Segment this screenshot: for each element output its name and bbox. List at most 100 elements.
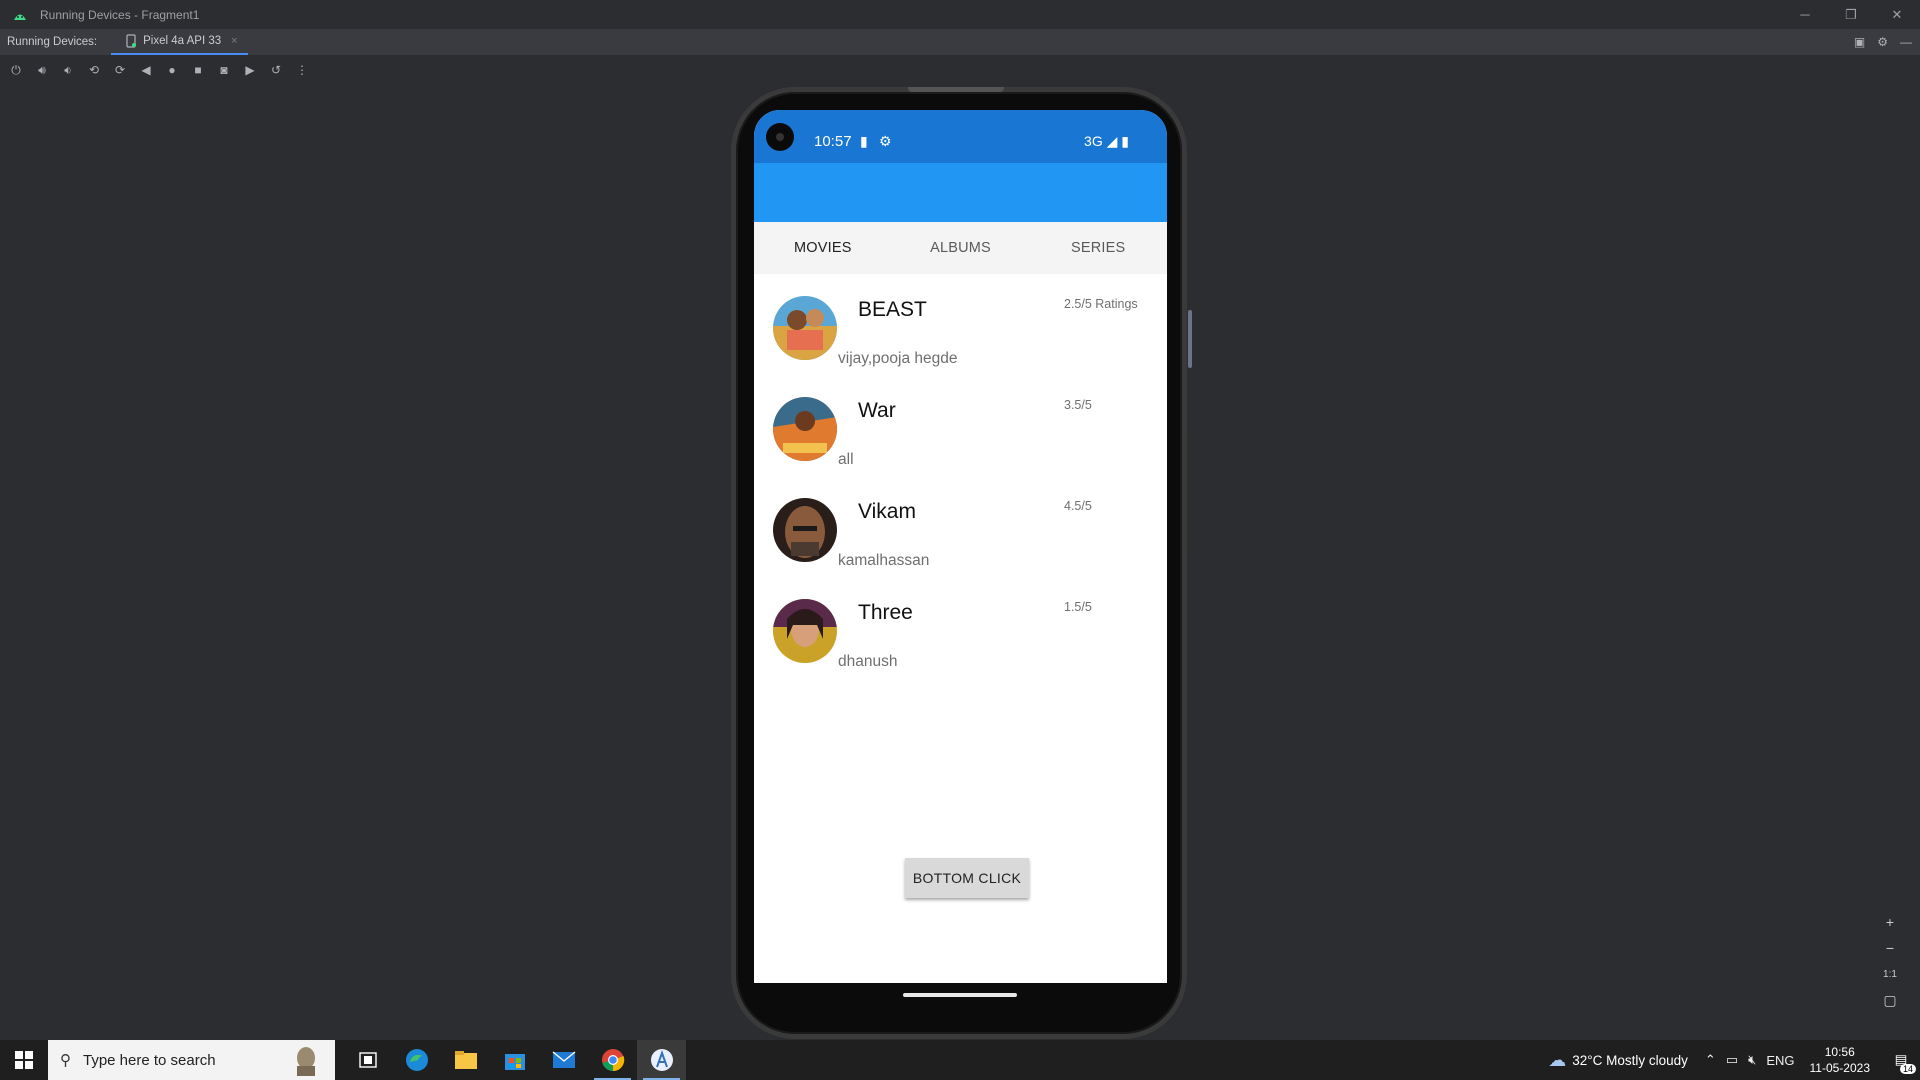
close-button[interactable]: ✕ xyxy=(1874,0,1920,29)
store-icon xyxy=(504,1054,525,1070)
network-type: 3G xyxy=(1084,133,1103,149)
folder-icon xyxy=(454,1051,477,1069)
running-devices-label: Running Devices: xyxy=(7,36,98,48)
weather-text: 32°C Mostly cloudy xyxy=(1572,1052,1688,1068)
taskbar-clock[interactable]: 10:56 11-05-2023 xyxy=(1810,1044,1871,1076)
phone-speaker xyxy=(908,87,1004,92)
movie-poster-image xyxy=(773,397,837,461)
weather-widget[interactable]: ☁ 32°C Mostly cloudy xyxy=(1548,1050,1688,1071)
clock-date: 11-05-2023 xyxy=(1809,1061,1871,1075)
movie-title: Vikam xyxy=(858,500,916,523)
movie-rating: 4.5/5 xyxy=(1064,499,1092,513)
screenshot-icon[interactable]: ◙ xyxy=(214,60,234,80)
notification-center-button[interactable]: ▤ 14 xyxy=(1882,1040,1920,1080)
zoom-controls: + − 1:1 ▢ xyxy=(1878,912,1902,1010)
cloud-icon: ☁ xyxy=(1548,1049,1567,1070)
screen-record-icon[interactable]: ▶ xyxy=(240,60,260,80)
network-icon[interactable]: ▭ xyxy=(1726,1052,1738,1068)
battery-icon: ▮ xyxy=(1121,133,1129,149)
list-item[interactable]: Vikam 4.5/5 kamalhassan xyxy=(754,476,1167,577)
mail-icon xyxy=(552,1051,575,1068)
start-button[interactable] xyxy=(0,1040,48,1080)
windows-taskbar: ⚲ Type here to search ☁ 32°C Mostly clou… xyxy=(0,1040,1920,1080)
volume-side-button xyxy=(1188,430,1192,550)
zoom-fit-icon[interactable]: ▢ xyxy=(1883,990,1896,1010)
title-bar: Running Devices - Fragment1 ─ ❐ ✕ xyxy=(0,0,1920,29)
zoom-out-button[interactable]: − xyxy=(1886,938,1894,958)
tab-movies[interactable]: MOVIES xyxy=(754,222,892,274)
language-indicator[interactable]: ENG xyxy=(1766,1053,1794,1068)
tab-series[interactable]: SERIES xyxy=(1029,222,1167,274)
speaker-muted-icon[interactable]: 🔇︎ xyxy=(1748,1052,1756,1068)
device-tab-label: Pixel 4a API 33 xyxy=(143,35,222,47)
tab-albums[interactable]: ALBUMS xyxy=(892,222,1030,274)
network-indicator: 3G ◢ ▮ xyxy=(1084,133,1129,150)
movie-rating: 2.5/5 Ratings xyxy=(1064,297,1138,311)
rotate-left-icon[interactable]: ⟲ xyxy=(84,60,104,80)
emulator-toolbar: ⏻ 🔊︎ 🔉︎ ⟲ ⟳ ◀ ● ■ ◙ ▶ ↺ ⋮ xyxy=(0,55,1920,85)
taskbar-search[interactable]: ⚲ Type here to search xyxy=(48,1040,335,1080)
gesture-nav-bar[interactable] xyxy=(903,993,1017,997)
movie-poster-image xyxy=(773,599,837,663)
home-icon[interactable]: ● xyxy=(162,60,182,80)
minimize-button[interactable]: ─ xyxy=(1782,0,1828,29)
search-icon: ⚲ xyxy=(60,1052,71,1069)
list-item[interactable]: BEAST 2.5/5 Ratings vijay,pooja hegde xyxy=(754,274,1167,375)
status-clock: 10:57 xyxy=(814,133,852,150)
chrome-icon xyxy=(601,1049,624,1072)
rotate-right-icon[interactable]: ⟳ xyxy=(110,60,130,80)
category-tabs: MOVIES ALBUMS SERIES xyxy=(754,222,1167,274)
volume-down-icon[interactable]: 🔉︎ xyxy=(58,60,78,80)
power-side-button xyxy=(1188,310,1192,368)
sd-card-icon: ▮ xyxy=(860,133,868,149)
store-app-button[interactable] xyxy=(490,1040,539,1080)
movie-title: Three xyxy=(858,601,913,624)
status-bar: 10:57 ▮ ⚙ 3G ◢ ▮ xyxy=(754,110,1167,163)
movie-poster-image xyxy=(773,296,837,360)
overview-icon[interactable]: ■ xyxy=(188,60,208,80)
signal-icon: ◢ xyxy=(1106,133,1118,149)
gear-icon[interactable]: ⚙ xyxy=(1877,35,1888,49)
edge-icon xyxy=(405,1049,428,1071)
back-icon[interactable]: ◀ xyxy=(136,60,156,80)
system-tray: ☁ 32°C Mostly cloudy ⌃ ▭ 🔇︎ ENG 10:56 11… xyxy=(1548,1040,1920,1080)
power-icon[interactable]: ⏻ xyxy=(6,60,26,80)
zoom-in-button[interactable]: + xyxy=(1886,912,1894,932)
edge-app-button[interactable] xyxy=(392,1040,441,1080)
search-placeholder: Type here to search xyxy=(83,1051,216,1069)
clock-time: 10:56 xyxy=(1824,1045,1855,1059)
android-studio-icon xyxy=(14,14,26,20)
windows-logo-icon xyxy=(15,1051,33,1069)
movie-cast: dhanush xyxy=(838,653,898,670)
more-options-icon[interactable]: ⋮ xyxy=(292,60,312,80)
hide-panel-icon[interactable]: — xyxy=(1900,35,1912,49)
running-devices-tabbar: Running Devices: Pixel 4a API 33 × ▣ ⚙ — xyxy=(0,29,1920,55)
bottom-click-button[interactable]: BOTTOM CLICK xyxy=(905,858,1029,898)
app-bar xyxy=(754,163,1167,222)
layout-icon[interactable]: ▣ xyxy=(1854,35,1865,49)
movie-cast: all xyxy=(838,451,854,468)
restore-button[interactable]: ❐ xyxy=(1828,0,1874,29)
file-explorer-button[interactable] xyxy=(441,1040,490,1080)
movie-poster-image xyxy=(773,498,837,562)
list-item[interactable]: War 3.5/5 all xyxy=(754,375,1167,476)
chevron-up-icon[interactable]: ⌃ xyxy=(1705,1052,1716,1068)
movie-rating: 1.5/5 xyxy=(1064,600,1092,614)
device-icon xyxy=(126,34,137,48)
android-studio-app-button[interactable] xyxy=(637,1040,686,1080)
window-title: Running Devices - Fragment1 xyxy=(40,7,200,22)
mail-app-button[interactable] xyxy=(539,1040,588,1080)
chrome-app-button[interactable] xyxy=(588,1040,637,1080)
movie-cast: vijay,pooja hegde xyxy=(838,350,958,367)
movie-list: BEAST 2.5/5 Ratings vijay,pooja hegde Wa… xyxy=(754,274,1167,678)
list-item[interactable]: Three 1.5/5 dhanush xyxy=(754,577,1167,678)
tab-pixel-4a[interactable]: Pixel 4a API 33 × xyxy=(111,29,248,55)
zoom-actual-size-button[interactable]: 1:1 xyxy=(1883,964,1897,984)
task-view-button[interactable] xyxy=(343,1040,392,1080)
close-tab-icon[interactable]: × xyxy=(231,35,237,47)
volume-up-icon[interactable]: 🔊︎ xyxy=(32,60,52,80)
search-highlight-image xyxy=(297,1047,315,1076)
movie-rating: 3.5/5 xyxy=(1064,398,1092,412)
snapshot-icon[interactable]: ↺ xyxy=(266,60,286,80)
movie-title: War xyxy=(858,399,896,422)
